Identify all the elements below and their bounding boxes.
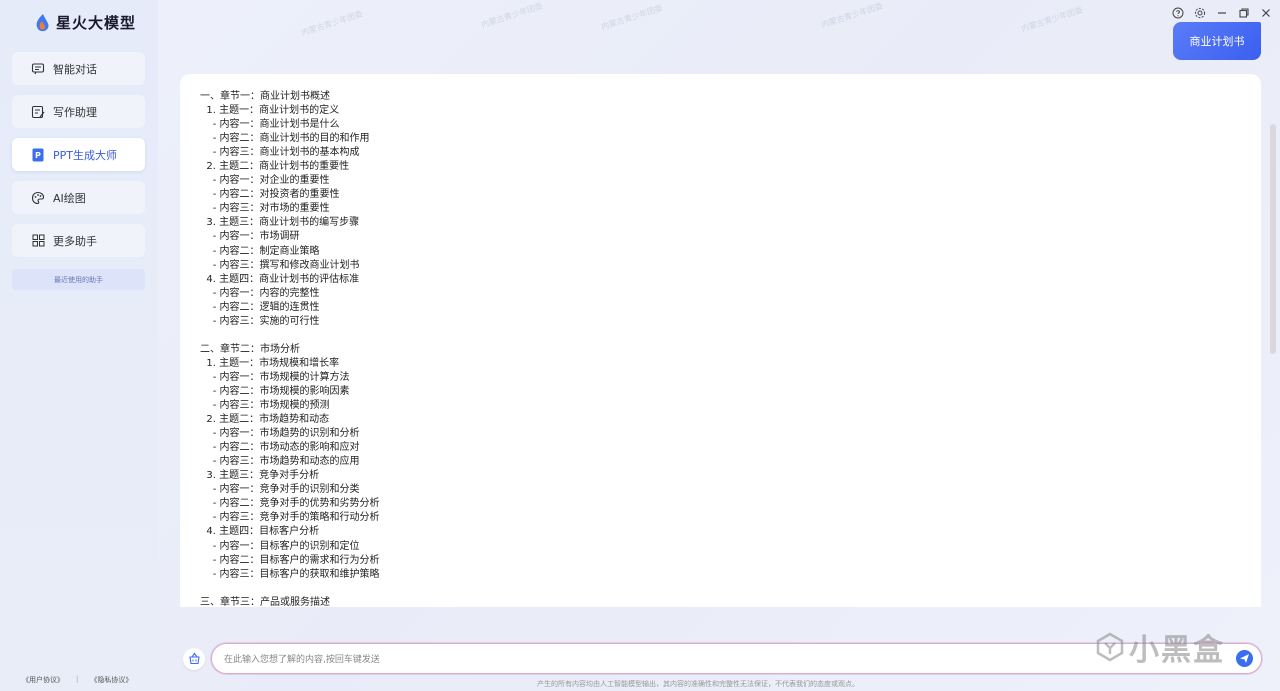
outline-line: - 内容二：对投资者的重要性	[200, 189, 340, 201]
sidebar-item-ai-drawing[interactable]: AI绘图	[12, 181, 145, 214]
sidebar-item-writing[interactable]: 写作助理	[12, 95, 145, 128]
outline-line: 3. 主题三：商业计划书的编写步骤	[200, 217, 360, 229]
outline-line: 3. 主题三：竞争对手分析	[200, 470, 320, 482]
help-icon[interactable]	[1171, 6, 1184, 19]
ppt-outline-panel: 一、章节一：商业计划书概述 1. 主题一：商业计划书的定义 - 内容一：商业计划…	[180, 74, 1261, 607]
outline-line: - 内容二：竞争对手的优势和劣势分析	[200, 498, 380, 510]
window-controls	[1171, 6, 1272, 19]
watermark-text: 内蒙古青少年团委	[300, 9, 364, 38]
footer-links: 《用户协议》 | 《隐私协议》	[22, 675, 132, 685]
sidebar-item-label: 写作助理	[53, 105, 97, 119]
outline-line: 1. 主题一：市场规模和增长率	[200, 357, 340, 369]
sidebar-item-label: 更多助手	[53, 234, 97, 248]
outline-line: - 内容二：商业计划书的目的和作用	[200, 133, 370, 145]
outline-line: 1. 主题一：商业计划书的定义	[200, 105, 340, 117]
outline-line: - 内容三：实施的可行性	[200, 315, 320, 327]
watermark-brand: 小黑盒	[1129, 633, 1225, 668]
chat-icon	[31, 62, 45, 76]
app-logo: 星火大模型	[34, 12, 136, 33]
outline-line: - 内容三：竞争对手的策略和行动分析	[200, 512, 380, 524]
outline-line: - 内容一：对企业的重要性	[200, 175, 330, 187]
outline-line: - 内容二：目标客户的需求和行为分析	[200, 554, 380, 566]
edit-icon	[31, 105, 45, 119]
outline-line: - 内容三：商业计划书的基本构成	[200, 147, 360, 159]
user-agreement-link[interactable]: 《用户协议》	[22, 675, 64, 685]
sidebar-item-more[interactable]: 更多助手	[12, 224, 145, 257]
assistant-toggle-button[interactable]	[183, 648, 205, 670]
outline-line: - 内容一：市场趋势的识别和分析	[200, 428, 360, 440]
outline-line: - 内容一：商业计划书是什么	[200, 119, 340, 131]
outline-line: - 内容三：撰写和修改商业计划书	[200, 259, 360, 271]
restore-icon[interactable]	[1237, 6, 1250, 19]
minimize-icon[interactable]	[1215, 6, 1228, 19]
sidebar-item-chat[interactable]: 智能对话	[12, 52, 145, 85]
outline-line: 4. 主题四：商业计划书的评估标准	[200, 273, 360, 285]
outline-line: 三、章节三：产品或服务描述	[200, 596, 330, 607]
sidebar-item-ppt[interactable]: P PPT生成大师	[12, 138, 145, 171]
outline-line: - 内容一：市场调研	[200, 231, 300, 243]
grid-icon	[31, 234, 45, 248]
outline-line: 2. 主题二：商业计划书的重要性	[200, 161, 350, 173]
sidebar-item-label: PPT生成大师	[53, 148, 117, 162]
outline-line: - 内容二：市场规模的影响因素	[200, 385, 350, 397]
svg-text:P: P	[35, 151, 41, 160]
send-icon	[1240, 654, 1249, 663]
app-name: 星火大模型	[56, 14, 137, 32]
palette-icon	[31, 191, 45, 205]
outline-line: - 内容一：市场规模的计算方法	[200, 371, 350, 383]
disclaimer-text: 产生的所有内容均由人工智能模型输出，其内容的准确性和完整性无法保证，不代表我们的…	[537, 680, 859, 688]
sidebar-item-label: 智能对话	[53, 62, 97, 76]
xiaoheihe-logo-icon	[1096, 632, 1124, 662]
outline-line: 4. 主题四：目标客户分析	[200, 526, 320, 538]
watermark-text: 内蒙古青少年团委	[820, 1, 884, 30]
basket-icon	[188, 650, 201, 669]
watermark-text: 内蒙古青少年团委	[480, 1, 544, 30]
outline-line: 二、章节二：市场分析	[200, 343, 300, 355]
outline-line: - 内容三：市场规模的预测	[200, 400, 330, 412]
footer-separator: |	[76, 675, 79, 683]
watermark-text: 内蒙古青少年团委	[600, 3, 664, 32]
outline-line: 2. 主题二：市场趋势和动态	[200, 414, 330, 426]
outline-line: - 内容一：目标客户的识别和定位	[200, 540, 360, 552]
outline-line	[200, 329, 380, 343]
ppt-icon: P	[31, 148, 45, 162]
send-button[interactable]	[1236, 650, 1253, 667]
sidebar-item-label: AI绘图	[53, 191, 86, 205]
outline-line: - 内容三：对市场的重要性	[200, 203, 330, 215]
outline-line: - 内容二：市场动态的影响和应对	[200, 442, 360, 454]
outline-line: - 内容三：市场趋势和动态的应用	[200, 456, 360, 468]
outline-line	[200, 582, 380, 596]
message-input-placeholder: 在此输入您想了解的内容,按回车键发送	[224, 655, 380, 665]
outline-line: - 内容二：制定商业策略	[200, 245, 320, 257]
privacy-policy-link[interactable]: 《隐私协议》	[90, 675, 132, 685]
recent-assistants-label: 最近使用的助手	[12, 269, 145, 290]
scrollbar[interactable]	[1270, 124, 1276, 354]
outline-line: - 内容一：竞争对手的识别和分类	[200, 484, 360, 496]
watermark-text: 内蒙古青少年团委	[1020, 5, 1084, 34]
outline-line: - 内容三：目标客户的获取和维护策略	[200, 568, 380, 580]
business-plan-tag-button[interactable]: 商业计划书	[1173, 22, 1261, 60]
outline-text: 一、章节一：商业计划书概述 1. 主题一：商业计划书的定义 - 内容一：商业计划…	[200, 90, 380, 607]
spark-logo-icon	[34, 13, 51, 33]
outline-line: - 内容一：内容的完整性	[200, 287, 320, 299]
sidebar: 星火大模型 智能对话 写作助理 P PPT生成大师 AI绘图 更多助手 最近使用…	[0, 0, 158, 691]
close-icon[interactable]	[1259, 6, 1272, 19]
outline-line: 一、章节一：商业计划书概述	[200, 91, 330, 102]
outline-line: - 内容二：逻辑的连贯性	[200, 301, 320, 313]
settings-icon[interactable]	[1193, 6, 1206, 19]
xiaoheihe-watermark: 小黑盒	[1095, 625, 1225, 669]
